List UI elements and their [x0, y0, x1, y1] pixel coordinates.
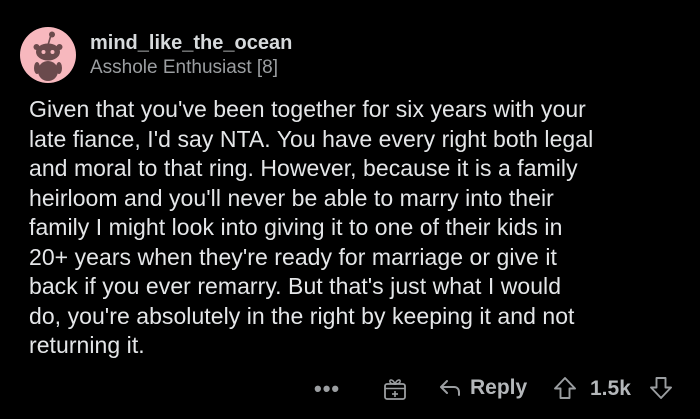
- reply-button[interactable]: Reply: [438, 376, 527, 400]
- downvote-arrow-icon: [650, 377, 672, 399]
- comment-header: mind_like_the_ocean Asshole Enthusiast […: [20, 27, 292, 83]
- snoo-avatar-icon: [33, 31, 63, 81]
- upvote-button[interactable]: [552, 375, 578, 401]
- username[interactable]: mind_like_the_ocean: [90, 31, 292, 55]
- award-gift-icon: [384, 379, 406, 400]
- reply-arrow-icon: [440, 380, 460, 396]
- more-options-button[interactable]: •••: [314, 376, 340, 402]
- upvote-arrow-icon: [554, 377, 576, 399]
- user-meta: mind_like_the_ocean Asshole Enthusiast […: [90, 31, 292, 80]
- comment-actions-bar: ••• Reply 1.5k: [0, 372, 700, 406]
- vote-score: 1.5k: [590, 377, 631, 400]
- avatar[interactable]: [20, 27, 76, 83]
- comment-body: Given that you've been together for six …: [29, 96, 594, 358]
- more-options-icon: •••: [314, 376, 341, 401]
- user-flair: Asshole Enthusiast [8]: [90, 56, 278, 78]
- reply-label: Reply: [470, 376, 528, 399]
- award-button[interactable]: [382, 376, 408, 402]
- downvote-button[interactable]: [648, 375, 674, 401]
